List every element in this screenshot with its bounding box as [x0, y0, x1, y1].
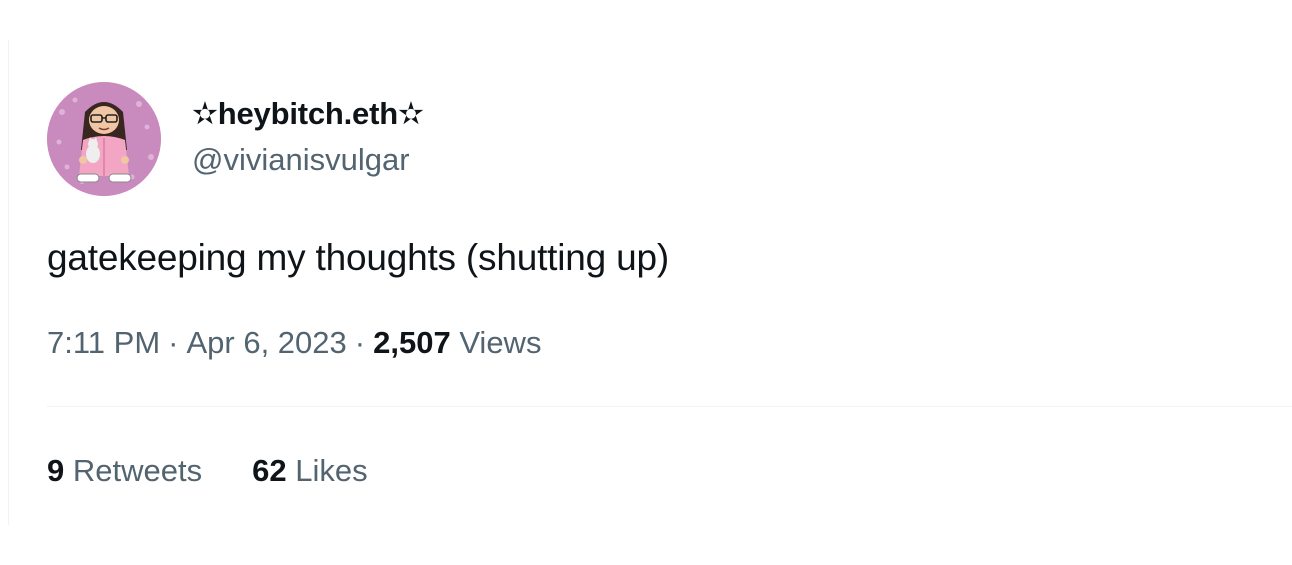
views-label: Views — [459, 325, 542, 360]
likes-stat[interactable]: 62 Likes — [252, 453, 367, 489]
meta-separator: · — [168, 325, 179, 360]
tweet-date[interactable]: Apr 6, 2023 — [186, 325, 346, 360]
tweet-time[interactable]: 7:11 PM — [47, 325, 160, 360]
likes-label: Likes — [295, 453, 368, 488]
retweets-count: 9 — [47, 453, 65, 488]
author-handle[interactable]: @vivianisvulgar — [192, 142, 410, 178]
tweet-metadata: 7:11 PM · Apr 6, 2023 · 2,507 Views — [47, 325, 541, 361]
views-count: 2,507 — [373, 325, 451, 360]
engagement-stats: 9 Retweets 62 Likes — [47, 453, 368, 489]
tweet-text: gatekeeping my thoughts (shutting up) — [47, 237, 669, 278]
divider — [47, 406, 1292, 407]
cartoon-avatar-icon — [47, 82, 161, 196]
retweets-stat[interactable]: 9 Retweets — [47, 453, 202, 489]
likes-count: 62 — [252, 453, 287, 488]
tweet-card: ✫heybitch.eth✫ @vivianisvulgar gatekeepi… — [8, 40, 1292, 525]
author-display-name[interactable]: ✫heybitch.eth✫ — [192, 96, 424, 132]
avatar[interactable] — [47, 82, 161, 196]
retweets-label: Retweets — [72, 453, 203, 488]
meta-separator: · — [354, 325, 366, 360]
